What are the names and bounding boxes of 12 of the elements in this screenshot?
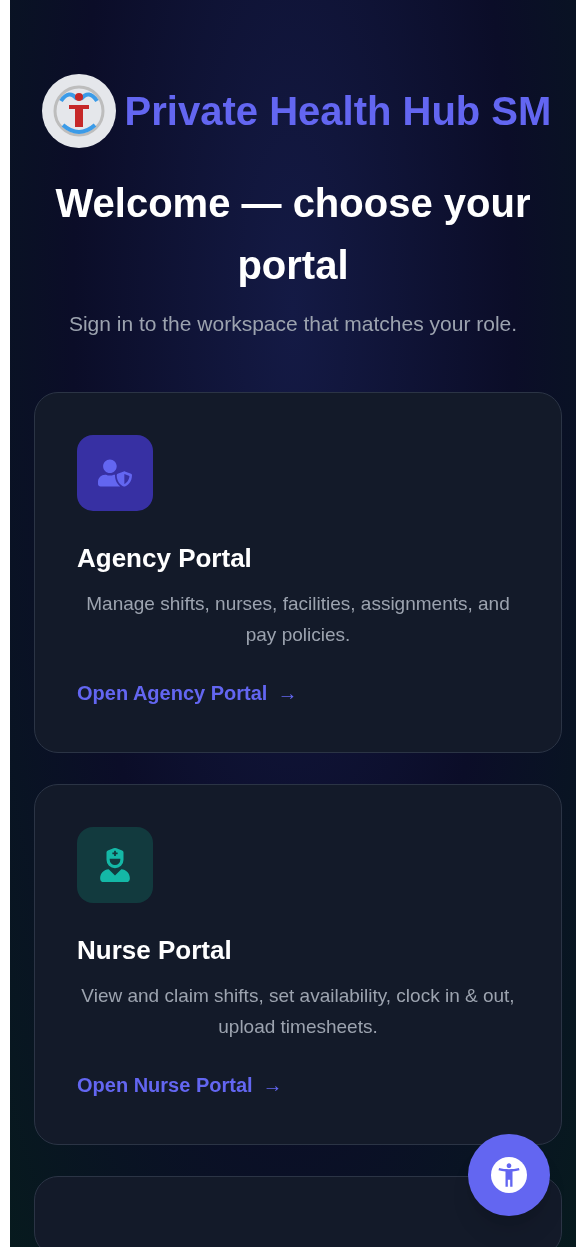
card-title: Nurse Portal [77,933,233,967]
card-description: Manage shifts, nurses, facilities, assignments, and pay policies. [85,591,511,647]
accessibility-icon [491,1157,527,1193]
open-portal-link[interactable]: Open Agency Portal → [77,677,298,708]
card-description: View and claim shifts, set availability, clock in & out, upload timesheets. [80,983,516,1039]
arrow-icon: → [262,1069,283,1100]
card-title: Agency Portal [77,541,253,575]
app-title: Private Health Hub SM [123,88,553,135]
arrow-icon: → [277,677,298,708]
welcome-heading: Welcome — choose your portal [54,180,532,289]
open-portal-link[interactable]: Open Nurse Portal → [77,1069,283,1100]
subtitle: Sign in to the workspace that matches your role. [67,311,519,337]
